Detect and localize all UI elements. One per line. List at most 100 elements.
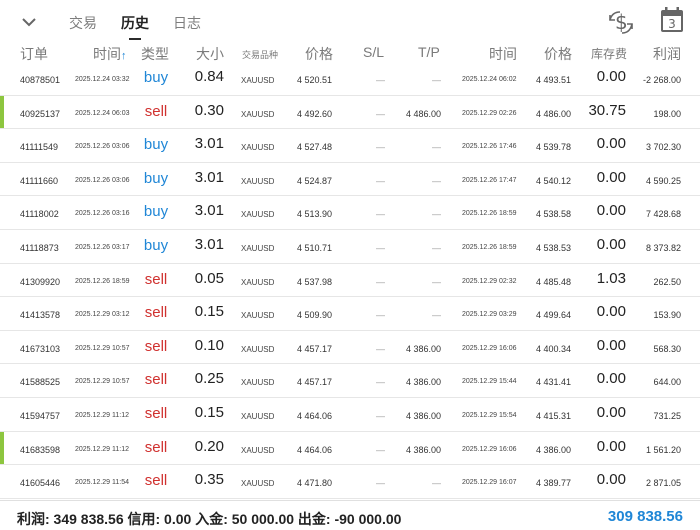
open-price-cell: 4 457.17 [296, 377, 332, 388]
open-time-cell: 2025.12.26 03:16 [75, 210, 130, 218]
close-price-cell: 4 389.77 [535, 478, 571, 489]
open-price-cell: 4 524.87 [296, 175, 332, 186]
close-time-cell: 2025.12.26 17:47 [462, 176, 517, 184]
close-time-cell: 2025.12.29 03:29 [462, 311, 517, 319]
calendar-badge: 3 [668, 17, 676, 31]
sl-cell: — [376, 209, 385, 220]
tab-trade[interactable]: 交易 [69, 13, 97, 33]
sl-cell: — [376, 243, 385, 253]
col-price[interactable]: 价格 [305, 44, 333, 64]
tp-cell: — [432, 310, 441, 321]
swap-cell: 0.00 [596, 202, 626, 220]
open-time-cell: 2025.12.26 18:59 [75, 277, 130, 285]
col-close-price[interactable]: 价格 [544, 44, 572, 64]
profit-cell: 198.00 [653, 108, 681, 119]
tp-cell: 4 386.00 [405, 444, 441, 455]
profit-cell: -2 268.00 [642, 75, 681, 85]
open-price-cell: 4 537.98 [296, 276, 332, 287]
close-price-cell: 4 486.00 [535, 108, 571, 119]
col-time[interactable]: 时间↑ [93, 44, 127, 64]
close-time-cell: 2025.12.29 15:54 [462, 412, 517, 419]
col-symbol[interactable]: 交易品种 [242, 48, 278, 61]
order-cell: 41111660 [20, 175, 59, 186]
tp-cell: — [432, 276, 441, 287]
close-price-cell: 4 400.34 [535, 343, 571, 354]
col-sl[interactable]: S/L [363, 44, 384, 60]
order-cell: 41588525 [20, 377, 61, 388]
close-time-cell: 2025.12.29 02:32 [462, 277, 517, 285]
open-price-cell: 4 527.48 [296, 142, 332, 153]
active-tab-indicator [129, 38, 141, 40]
col-tp[interactable]: T/P [418, 44, 440, 60]
table-row[interactable]: 41111660 2025.12.26 03:06 buy 3.01 XAUUSD 4 5… [0, 163, 700, 197]
close-price-cell: 4 493.51 [535, 75, 571, 85]
tp-cell: — [432, 209, 441, 220]
col-volume[interactable]: 大小 [196, 44, 224, 64]
profit-cell: 4 590.25 [645, 175, 681, 186]
table-row[interactable]: 41413578 2025.12.29 03:12 sell 0.15 XAUUSD 4 … [0, 297, 700, 331]
tab-journal[interactable]: 日志 [173, 13, 201, 33]
dollar-exchange-icon[interactable]: $ [607, 8, 635, 36]
tp-cell: 4 386.00 [405, 343, 441, 354]
profit-cell: 8 373.82 [645, 243, 681, 253]
svg-text:$: $ [615, 10, 628, 34]
type-cell: sell [144, 438, 168, 456]
col-close-time[interactable]: 时间 [489, 44, 517, 64]
order-cell: 41413578 [20, 310, 61, 321]
swap-cell: 0.00 [596, 370, 626, 388]
open-time-cell: 2025.12.29 10:57 [75, 378, 130, 386]
order-cell: 41683598 [20, 444, 61, 455]
table-row[interactable]: 40925137 2025.12.24 06:03 sell 0.30 XAUUSD 4 … [0, 95, 700, 130]
volume-cell: 0.15 [194, 303, 224, 321]
sl-cell: — [376, 175, 385, 186]
open-time-cell: 2025.12.26 03:06 [75, 176, 130, 184]
tp-cell: 4 386.00 [405, 411, 441, 421]
volume-cell: 0.25 [194, 370, 224, 388]
table-row[interactable]: 41605446 2025.12.29 11:54 sell 0.35 XAUUSD 4 … [0, 465, 700, 499]
tab-history[interactable]: 历史 [121, 13, 149, 33]
close-time-cell: 2025.12.24 06:02 [462, 76, 517, 83]
summary-footer: 利润: 349 838.56 信用: 0.00 入金: 50 000.00 出金… [0, 500, 700, 530]
open-time-cell: 2025.12.29 11:12 [75, 445, 129, 453]
order-cell: 41118873 [20, 243, 59, 253]
type-cell: sell [144, 405, 168, 422]
summary-text: 利润: 349 838.56 信用: 0.00 入金: 50 000.00 出金… [17, 511, 402, 527]
col-profit[interactable]: 利润 [653, 44, 681, 64]
col-type[interactable]: 类型 [141, 44, 169, 64]
close-price-cell: 4 499.64 [535, 310, 571, 321]
volume-cell: 0.15 [194, 404, 224, 421]
col-swap[interactable]: 库存费 [591, 45, 627, 62]
row-marker [0, 95, 4, 129]
swap-cell: 30.75 [588, 101, 626, 119]
volume-cell: 3.01 [194, 236, 224, 253]
table-row[interactable]: 41594757 2025.12.29 11:12 sell 0.15 XAUUSD 4 … [0, 398, 700, 432]
sl-cell: — [376, 75, 385, 85]
table-row[interactable]: 41111549 2025.12.26 03:06 buy 3.01 XAUUSD 4 5… [0, 129, 700, 163]
open-price-cell: 4 464.06 [296, 411, 332, 421]
type-cell: buy [143, 136, 169, 154]
tp-cell: — [432, 175, 441, 186]
swap-cell: 0.00 [596, 236, 626, 253]
open-time-cell: 2025.12.29 11:12 [75, 412, 129, 419]
table-row[interactable]: 41683598 2025.12.29 11:12 sell 0.20 XAUUSD 4 … [0, 431, 700, 466]
close-time-cell: 2025.12.29 16:07 [462, 479, 517, 487]
table-row[interactable]: 41309920 2025.12.26 18:59 sell 0.05 XAUUSD 4 … [0, 264, 700, 298]
table-row[interactable]: 41118002 2025.12.26 03:16 buy 3.01 XAUUSD 4 5… [0, 196, 700, 230]
order-cell: 40925137 [20, 108, 61, 119]
sl-cell: — [376, 310, 385, 321]
open-price-cell: 4 520.51 [296, 75, 332, 85]
table-row[interactable]: 41118873 2025.12.26 03:17 buy 3.01 XAUUSD 4 5… [0, 230, 700, 264]
col-order[interactable]: 订单 [20, 44, 48, 64]
calendar-icon[interactable]: 3 [660, 7, 684, 33]
swap-cell: 0.00 [596, 303, 626, 321]
type-cell: buy [143, 69, 169, 86]
swap-cell: 0.00 [596, 336, 626, 354]
table-row[interactable]: 40878501 2025.12.24 03:32 buy 0.84 XAUUSD 4 5… [0, 62, 700, 96]
table-row[interactable]: 41673103 2025.12.29 10:57 sell 0.10 XAUUSD 4 … [0, 331, 700, 365]
chevron-down-icon[interactable] [19, 12, 39, 32]
table-row[interactable]: 41588525 2025.12.29 10:57 sell 0.25 XAUUSD 4 … [0, 364, 700, 398]
tp-cell: 4 386.00 [405, 377, 441, 388]
type-cell: sell [144, 472, 168, 490]
row-marker [0, 431, 4, 465]
tp-cell: 4 486.00 [405, 108, 441, 119]
